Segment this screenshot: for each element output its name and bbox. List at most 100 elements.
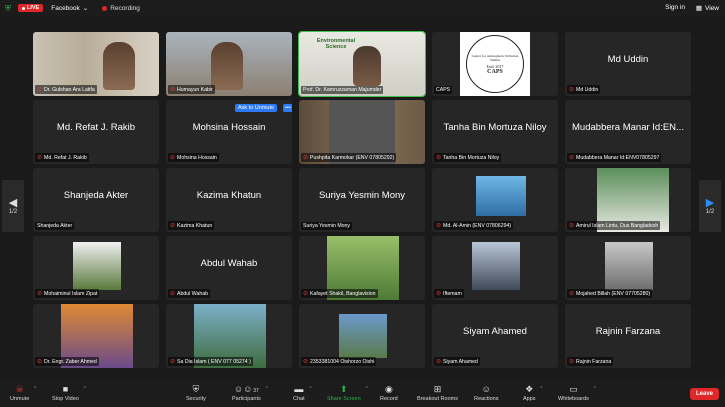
- participant-name-label: ⊘ Sa Dia Islam ( ENV 077 05274 ): [168, 357, 253, 366]
- participant-name-label: ⊘ Mohsina Hossain: [168, 153, 219, 162]
- participant-name-label: Prof. Dr. Kamruzzaman Majumder: [301, 86, 384, 94]
- participant-name-label: ⊘ Md. Refat J. Rakib: [35, 153, 89, 162]
- microphone-muted-icon: ⊘: [569, 359, 575, 365]
- chat-button[interactable]: ▬ Chat ⌃: [293, 384, 313, 402]
- caret-up-icon[interactable]: ⌃: [308, 386, 312, 392]
- participant-tile[interactable]: Siyam Ahamed ⊘ Siyam Ahamed: [432, 304, 558, 368]
- participant-tile[interactable]: ⊘ Pushpita Karmokar (ENV 07805292): [299, 100, 425, 164]
- microphone-muted-icon: ⊘: [170, 359, 176, 365]
- microphone-muted-icon: ⊘: [436, 223, 442, 229]
- prev-page-button[interactable]: ◀ 1/2: [2, 180, 24, 232]
- page-indicator-right: 1/2: [705, 208, 715, 215]
- breakout-rooms-button[interactable]: ⊞ Breakout Rooms: [417, 384, 458, 402]
- live-label: LIVE: [27, 5, 40, 11]
- more-options-button[interactable]: •••: [283, 104, 292, 112]
- participant-name: Mohaiminul Islam Zipat: [44, 290, 98, 297]
- reactions-button[interactable]: ☺ Reactions: [474, 384, 498, 402]
- microphone-muted-icon: ⊘: [170, 291, 176, 297]
- participant-tile[interactable]: ⊘ Mojahed Billah (ENV 07705280): [565, 236, 691, 300]
- participant-name: Amirul Islam Lintu, Dus Bangladesh: [576, 222, 659, 229]
- leave-button[interactable]: Leave: [689, 388, 719, 400]
- participant-tile[interactable]: ⊘ Amirul Islam Lintu, Dus Bangladesh: [565, 168, 691, 232]
- microphone-muted-icon: ⊘: [170, 155, 176, 161]
- participant-tile[interactable]: Center for Atmospheric Pollution Studies…: [432, 32, 558, 96]
- participant-name: Md. Refat J. Rakib: [44, 154, 87, 161]
- participant-tile[interactable]: ⊘ Iftemam: [432, 236, 558, 300]
- participant-tile[interactable]: ⊘ Md. Al-Amin (ENV 07806294): [432, 168, 558, 232]
- sign-in-button[interactable]: Sign in: [665, 4, 685, 11]
- security-button[interactable]: ⛨ Security: [186, 384, 206, 402]
- caret-up-icon[interactable]: ⌃: [593, 386, 597, 392]
- participant-name: Mohsina Hossain: [177, 154, 217, 161]
- shield-icon[interactable]: ⛨: [5, 4, 13, 13]
- record-button[interactable]: ◉ Record: [380, 384, 398, 402]
- caret-up-icon[interactable]: ⌃: [265, 386, 269, 392]
- participant-tile[interactable]: Suriya Yesmin Mony Suriya Yesmin Mony: [299, 168, 425, 232]
- participant-tile[interactable]: ⊘ Humayun Kabir: [166, 32, 292, 96]
- microphone-muted-icon: ⊘: [569, 87, 575, 93]
- live-badge[interactable]: LIVE: [18, 4, 44, 12]
- caret-up-icon[interactable]: ⌃: [33, 386, 37, 392]
- microphone-muted-icon: ⊘: [569, 223, 575, 229]
- participant-tile[interactable]: Environmental Science Prof. Dr. Kamruzzam…: [298, 31, 426, 97]
- unmute-button[interactable]: ☠ Unmute ⌃: [10, 384, 37, 402]
- caret-up-icon[interactable]: ⌃: [539, 386, 543, 392]
- caps-logo-top-text: Center for Atmospheric Pollution Studies: [471, 53, 519, 62]
- meeting-toolbar: ☠ Unmute ⌃ ■ Stop Video ⌃ ⛨ Security ☺☺3…: [0, 381, 725, 407]
- participant-display-name: Siyam Ahamed: [463, 326, 527, 337]
- participant-tile[interactable]: Abdul Wahab ⊘ Abdul Wahab: [166, 236, 292, 300]
- participant-tile[interactable]: Kazima Khatun ⊘ Kazima Khatun: [166, 168, 292, 232]
- participant-video-image: [103, 42, 135, 90]
- facebook-dropdown[interactable]: Facebook ⌄: [51, 4, 89, 13]
- participant-tile[interactable]: Tanha Bin Mortuza Niloy ⊘ Tanha Bin Mortuz…: [432, 100, 558, 164]
- participant-name-label: ⊘ Kazima Khatun: [168, 221, 215, 230]
- platform-label: Facebook: [51, 4, 80, 12]
- participant-tile[interactable]: ⊘ 2353381004 Oishorzo Oishi: [299, 304, 425, 368]
- next-page-button[interactable]: ▶ 1/2: [699, 180, 721, 232]
- caret-up-icon[interactable]: ⌃: [83, 386, 87, 392]
- microphone-muted-icon: ⊘: [303, 359, 309, 365]
- chevron-down-icon: ⌄: [82, 5, 89, 12]
- participant-video-image: [476, 176, 526, 216]
- participant-display-name: Suriya Yesmin Mony: [318, 190, 406, 201]
- microphone-muted-icon: ⊘: [170, 223, 176, 229]
- record-label: Record: [380, 396, 398, 402]
- participant-tile[interactable]: Mohsina Hossain Ask to Unmute ••• ⊘ Mohsina …: [166, 100, 292, 164]
- unmute-label: Unmute: [10, 396, 30, 402]
- microphone-muted-icon: ⊘: [436, 291, 442, 297]
- participant-tile[interactable]: ⊘ Kafayet Shakil, Banglavision: [299, 236, 425, 300]
- participants-button[interactable]: ☺☺37 Participants ⌃: [232, 384, 269, 402]
- participant-tile[interactable]: Md. Refat J. Rakib ⊘ Md. Refat J. Rakib: [33, 100, 159, 164]
- participant-video-image: [353, 46, 381, 86]
- microphone-muted-icon: ⊘: [170, 87, 176, 93]
- participant-name: 2353381004 Oishorzo Oishi: [310, 358, 375, 365]
- participant-tile[interactable]: ⊘ Mohaiminul Islam Zipat: [33, 236, 159, 300]
- participant-name-label: Shanjeda Akter: [35, 222, 75, 230]
- participant-tile[interactable]: Shanjeda Akter Shanjeda Akter: [33, 168, 159, 232]
- share-screen-button[interactable]: ⬆ Share Screen ⌃: [327, 384, 369, 402]
- recording-indicator[interactable]: Recording: [102, 5, 140, 12]
- participant-display-name: Mudabbera Manar Id:EN...: [572, 122, 684, 133]
- participant-name-label: ⊘ Md Uddin: [567, 85, 601, 94]
- microphone-muted-icon: ☠: [15, 384, 24, 394]
- participant-tile[interactable]: Md Uddin ⊘ Md Uddin: [565, 32, 691, 96]
- caret-up-icon[interactable]: ⌃: [364, 386, 368, 392]
- participant-tile[interactable]: Mudabbera Manar Id:EN... ⊘ Mudabbera Manar…: [565, 100, 691, 164]
- whiteboards-button[interactable]: ▭ Whiteboards ⌃: [558, 384, 597, 402]
- participant-tile[interactable]: ⊘ Dr. Gulshan Ara Latifa: [33, 32, 159, 96]
- participant-tile[interactable]: ⊘ Sa Dia Islam ( ENV 077 05274 ): [166, 304, 292, 368]
- participant-name: Mudabbera Manar Id:ENV07805297: [576, 154, 660, 161]
- apps-button[interactable]: ❖ Apps ⌃: [523, 384, 544, 402]
- recording-dot-icon: [102, 5, 108, 11]
- chat-label: Chat: [293, 396, 305, 402]
- participant-tile[interactable]: Rajnin Farzana ⊘ Rajnin Farzana: [565, 304, 691, 368]
- participant-name: Kafayet Shakil, Banglavision: [310, 290, 376, 297]
- ask-to-unmute-button[interactable]: Ask to Unmute: [235, 104, 278, 112]
- participant-tile[interactable]: ⊘ Dr. Engr. Zaber Ahmed: [33, 304, 159, 368]
- view-button[interactable]: ▦ View: [696, 4, 719, 13]
- microphone-muted-icon: ⊘: [37, 359, 43, 365]
- apps-icon: ❖: [525, 384, 534, 394]
- stop-video-button[interactable]: ■ Stop Video ⌃: [52, 384, 87, 402]
- participant-name: Siyam Ahamed: [443, 358, 478, 365]
- participant-display-name: Abdul Wahab: [200, 258, 258, 269]
